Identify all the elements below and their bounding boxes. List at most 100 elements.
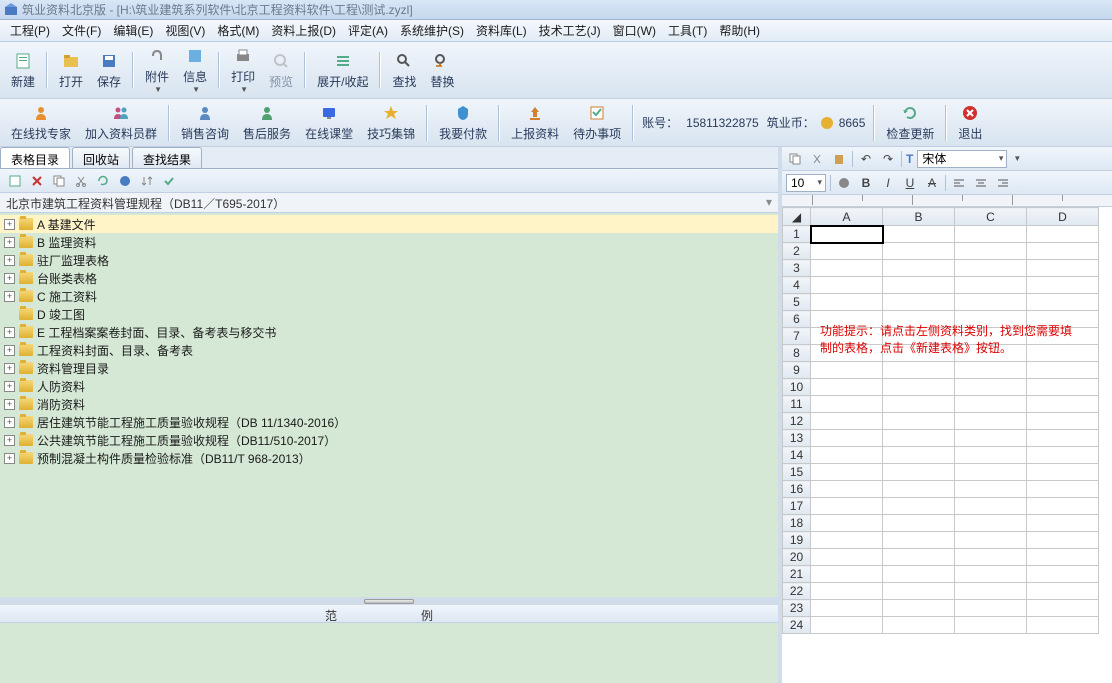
row-header[interactable]: 14	[783, 447, 811, 464]
row-header[interactable]: 2	[783, 243, 811, 260]
cell[interactable]	[811, 549, 883, 566]
cell[interactable]	[883, 583, 955, 600]
align-left-icon[interactable]	[950, 174, 968, 192]
cell[interactable]	[883, 294, 955, 311]
cell[interactable]	[955, 498, 1027, 515]
row-header[interactable]: 21	[783, 566, 811, 583]
cell[interactable]	[955, 464, 1027, 481]
menu-item-7[interactable]: 系统维护(S)	[394, 20, 470, 41]
expand-icon[interactable]: +	[4, 435, 15, 446]
info-button[interactable]: 信息▼	[177, 44, 213, 96]
mini-cut-icon[interactable]	[71, 171, 91, 191]
cell[interactable]	[883, 532, 955, 549]
color-icon[interactable]	[835, 174, 853, 192]
row-header[interactable]: 9	[783, 362, 811, 379]
cell[interactable]	[883, 396, 955, 413]
menu-item-12[interactable]: 帮助(H)	[713, 20, 766, 41]
cell[interactable]	[883, 617, 955, 634]
cell[interactable]	[1027, 243, 1099, 260]
cell[interactable]	[811, 498, 883, 515]
italic-icon[interactable]: I	[879, 174, 897, 192]
cell[interactable]	[1027, 396, 1099, 413]
tree-item[interactable]: D 竣工图	[0, 305, 778, 323]
expand-icon[interactable]: +	[4, 381, 15, 392]
row-header[interactable]: 22	[783, 583, 811, 600]
expand-icon[interactable]: +	[4, 237, 15, 248]
menu-item-10[interactable]: 窗口(W)	[607, 20, 662, 41]
cell[interactable]	[955, 583, 1027, 600]
menu-item-5[interactable]: 资料上报(D)	[265, 20, 342, 41]
cell[interactable]	[811, 226, 883, 243]
cell[interactable]	[955, 447, 1027, 464]
strike-icon[interactable]: A	[923, 174, 941, 192]
cell[interactable]	[883, 447, 955, 464]
cell[interactable]	[811, 464, 883, 481]
cell[interactable]	[1027, 532, 1099, 549]
redo-icon[interactable]: ↷	[879, 150, 897, 168]
cell[interactable]	[883, 481, 955, 498]
cell[interactable]	[955, 226, 1027, 243]
cell[interactable]	[955, 379, 1027, 396]
row-header[interactable]: 16	[783, 481, 811, 498]
cell[interactable]	[883, 600, 955, 617]
tree-item[interactable]: +B 监理资料	[0, 233, 778, 251]
tree-item[interactable]: +A 基建文件	[0, 215, 778, 233]
expand-icon[interactable]: +	[4, 273, 15, 284]
cell[interactable]	[811, 243, 883, 260]
row-header[interactable]: 23	[783, 600, 811, 617]
cell[interactable]	[883, 243, 955, 260]
upload-button[interactable]: 上报资料	[505, 101, 565, 144]
font-combo[interactable]: 宋体	[917, 150, 1007, 168]
tree-item[interactable]: +工程资料封面、目录、备考表	[0, 341, 778, 359]
cell[interactable]	[1027, 566, 1099, 583]
tree-item[interactable]: +C 施工资料	[0, 287, 778, 305]
tree-item[interactable]: +消防资料	[0, 395, 778, 413]
cell[interactable]	[955, 413, 1027, 430]
horizontal-splitter[interactable]	[0, 597, 778, 605]
attach-button[interactable]: 附件▼	[139, 44, 175, 96]
pay-button[interactable]: 我要付款	[433, 101, 493, 144]
cell[interactable]	[883, 430, 955, 447]
undo-icon[interactable]: ↶	[857, 150, 875, 168]
cell[interactable]	[955, 566, 1027, 583]
cell[interactable]	[955, 617, 1027, 634]
replace-button[interactable]: 替换	[424, 49, 460, 92]
row-header[interactable]: 1	[783, 226, 811, 243]
group-button[interactable]: 加入资料员群	[79, 101, 163, 144]
cell[interactable]	[1027, 464, 1099, 481]
tree-item[interactable]: +驻厂监理表格	[0, 251, 778, 269]
cell[interactable]	[811, 532, 883, 549]
cell[interactable]	[883, 277, 955, 294]
cell[interactable]	[955, 243, 1027, 260]
expand-icon[interactable]: +	[4, 399, 15, 410]
cell[interactable]	[1027, 277, 1099, 294]
row-header[interactable]: 7	[783, 328, 811, 345]
cell[interactable]	[811, 277, 883, 294]
cell[interactable]	[883, 362, 955, 379]
mini-copy-icon[interactable]	[49, 171, 69, 191]
cell[interactable]	[883, 379, 955, 396]
cell[interactable]	[1027, 447, 1099, 464]
expert-button[interactable]: 在线找专家	[5, 101, 77, 144]
mini-sort-icon[interactable]	[137, 171, 157, 191]
cell[interactable]	[883, 226, 955, 243]
sales-button[interactable]: 销售咨询	[175, 101, 235, 144]
cell[interactable]	[883, 498, 955, 515]
cell[interactable]	[883, 413, 955, 430]
cell[interactable]	[811, 430, 883, 447]
new-button[interactable]: 新建	[5, 49, 41, 92]
mini-refresh-icon[interactable]	[93, 171, 113, 191]
row-header[interactable]: 17	[783, 498, 811, 515]
grid-corner[interactable]: ◢	[783, 208, 811, 226]
cell[interactable]	[1027, 583, 1099, 600]
cell[interactable]	[811, 379, 883, 396]
after-button[interactable]: 售后服务	[237, 101, 297, 144]
row-header[interactable]: 11	[783, 396, 811, 413]
cell[interactable]	[811, 583, 883, 600]
col-header[interactable]: B	[883, 208, 955, 226]
row-header[interactable]: 13	[783, 430, 811, 447]
copy-icon[interactable]	[786, 150, 804, 168]
cell[interactable]	[811, 617, 883, 634]
cell[interactable]	[955, 396, 1027, 413]
row-header[interactable]: 10	[783, 379, 811, 396]
